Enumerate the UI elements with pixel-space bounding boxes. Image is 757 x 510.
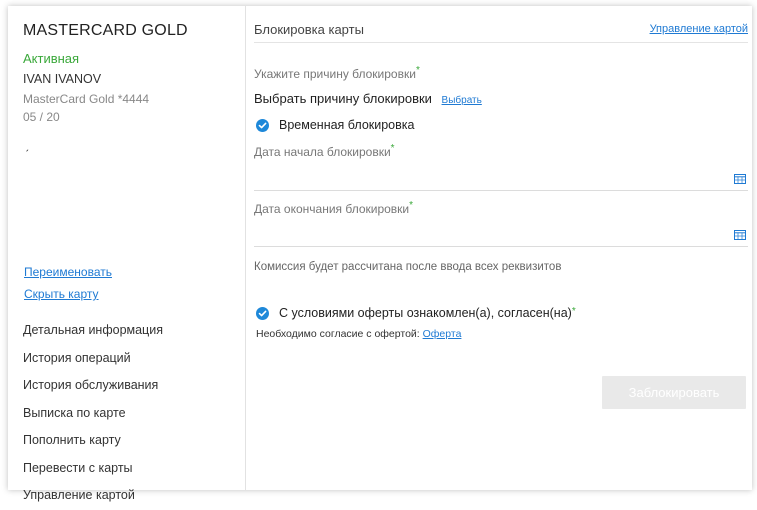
card-owner: IVAN IVANOV (23, 72, 102, 86)
check-icon (258, 310, 267, 316)
rename-link[interactable]: Переименовать (24, 265, 112, 279)
choose-reason-link[interactable]: Выбрать (442, 95, 482, 106)
page-title: Блокировка карты (254, 22, 364, 37)
temporary-block-row: Временная блокировка (256, 118, 414, 132)
end-date-label-text: Дата окончания блокировки (254, 202, 410, 216)
consent-note-row: Необходимо согласие с офертой: Оферта (256, 328, 461, 340)
window-frame: MASTERCARD GOLD Активная IVAN IVANOV Mas… (8, 6, 752, 502)
start-date-label: Дата начала блокировки* (254, 143, 395, 159)
hide-card-link[interactable]: Скрыть карту (24, 287, 99, 301)
card-mark: ˏ (25, 138, 29, 152)
sidebar-nav: Детальная информация История операций Ис… (23, 317, 163, 510)
offer-link[interactable]: Оферта (423, 328, 462, 340)
card-expiry: 05 / 20 (23, 110, 60, 124)
consent-row: С условиями оферты ознакомлен(а), соглас… (256, 306, 576, 320)
start-date-input[interactable] (254, 166, 748, 191)
consent-checkbox[interactable] (256, 306, 269, 320)
required-mark: * (390, 143, 395, 154)
end-date-input[interactable] (254, 222, 748, 247)
sidebar-item-service-history[interactable]: История обслуживания (23, 372, 163, 400)
required-mark: * (571, 305, 576, 317)
commission-note: Комиссия будет рассчитана после ввода вс… (254, 261, 562, 273)
check-icon (258, 122, 267, 128)
consent-label: С условиями оферты ознакомлен(а), соглас… (279, 306, 572, 320)
sidebar-item-statement[interactable]: Выписка по карте (23, 400, 163, 428)
consent-note: Необходимо согласие с офертой: (256, 328, 420, 340)
reason-label: Укажите причину блокировки* (254, 65, 420, 81)
block-card-button[interactable]: Заблокировать (602, 376, 746, 409)
form-header: Блокировка карты Управление картой (254, 6, 748, 43)
required-mark: * (415, 65, 420, 76)
temporary-block-label: Временная блокировка (279, 118, 415, 132)
card-status: Активная (23, 51, 80, 66)
temporary-block-checkbox[interactable] (256, 118, 269, 132)
sidebar-item-operations[interactable]: История операций (23, 345, 163, 373)
end-date-label: Дата окончания блокировки* (254, 200, 414, 216)
reason-row: Выбрать причину блокировки Выбрать (254, 91, 482, 106)
sidebar-item-transfer[interactable]: Перевести с карты (23, 455, 163, 483)
start-date-label-text: Дата начала блокировки (254, 145, 391, 159)
required-mark: * (409, 200, 414, 211)
calendar-icon[interactable] (734, 171, 746, 189)
sidebar-item-top-up[interactable]: Пополнить карту (23, 427, 163, 455)
card-management-link[interactable]: Управление картой (650, 23, 748, 35)
calendar-icon[interactable] (734, 227, 746, 245)
card-sidebar: MASTERCARD GOLD Активная IVAN IVANOV Mas… (8, 6, 246, 502)
sidebar-item-details[interactable]: Детальная информация (23, 317, 163, 345)
reason-value: Выбрать причину блокировки (254, 91, 432, 106)
reason-label-text: Укажите причину блокировки (254, 67, 416, 81)
card-number: MasterCard Gold *4444 (23, 92, 150, 106)
block-card-form: Блокировка карты Управление картой Укажи… (254, 6, 752, 490)
card-title: MASTERCARD GOLD (23, 22, 188, 39)
